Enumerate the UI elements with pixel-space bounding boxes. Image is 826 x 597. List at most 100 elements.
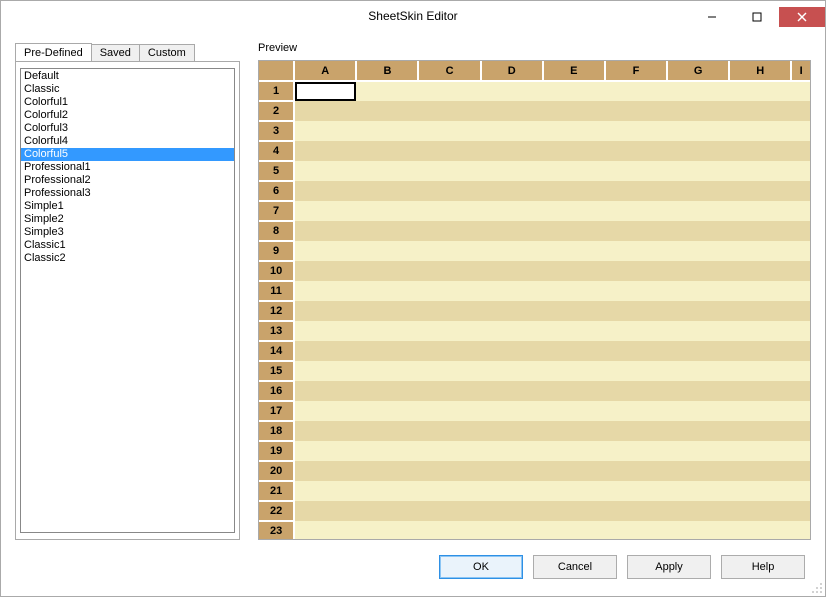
cell[interactable] [605,501,667,521]
cell[interactable] [418,401,480,421]
cell[interactable] [294,321,356,341]
cell[interactable] [294,501,356,521]
cell[interactable] [543,521,605,540]
row-header[interactable]: 4 [259,141,294,161]
cell[interactable] [418,121,480,141]
cell[interactable] [667,481,729,501]
cell[interactable] [418,281,480,301]
cell[interactable] [356,281,418,301]
cell[interactable] [481,361,543,381]
cell[interactable] [481,161,543,181]
cell[interactable] [791,201,810,221]
cell[interactable] [356,401,418,421]
cell[interactable] [729,261,791,281]
cell[interactable] [481,301,543,321]
column-header[interactable]: A [294,61,356,81]
row-header[interactable]: 21 [259,481,294,501]
cell[interactable] [481,381,543,401]
cell[interactable] [481,201,543,221]
cell[interactable] [294,81,356,101]
cell[interactable] [605,241,667,261]
cell[interactable] [667,441,729,461]
cell[interactable] [667,221,729,241]
minimize-button[interactable] [689,7,734,27]
cell[interactable] [481,341,543,361]
cell[interactable] [356,521,418,540]
row-header[interactable]: 8 [259,221,294,241]
cell[interactable] [543,221,605,241]
cell[interactable] [481,121,543,141]
cell[interactable] [791,221,810,241]
cell[interactable] [605,361,667,381]
cell[interactable] [729,81,791,101]
cell[interactable] [729,321,791,341]
cell[interactable] [543,121,605,141]
cell[interactable] [791,101,810,121]
sheet-preview[interactable]: ABCDEFGHI1234567891011121314151617181920… [258,60,811,540]
column-header[interactable]: C [418,61,480,81]
cell[interactable] [543,501,605,521]
cell[interactable] [791,81,810,101]
cell[interactable] [605,201,667,221]
cell[interactable] [294,101,356,121]
list-item[interactable]: Simple1 [21,200,234,213]
cell[interactable] [791,301,810,321]
row-header[interactable]: 18 [259,421,294,441]
column-header[interactable]: G [667,61,729,81]
cell[interactable] [667,461,729,481]
cell[interactable] [356,361,418,381]
cell[interactable] [294,401,356,421]
cell[interactable] [418,461,480,481]
cell[interactable] [481,421,543,441]
cell[interactable] [791,461,810,481]
cell[interactable] [543,81,605,101]
cell[interactable] [791,441,810,461]
cell[interactable] [418,381,480,401]
list-item[interactable]: Colorful3 [21,122,234,135]
row-header[interactable]: 20 [259,461,294,481]
list-item[interactable]: Professional1 [21,161,234,174]
cell[interactable] [543,361,605,381]
cell[interactable] [356,101,418,121]
cell[interactable] [294,241,356,261]
cell[interactable] [605,481,667,501]
cell[interactable] [791,181,810,201]
cell[interactable] [543,241,605,261]
list-item[interactable]: Colorful1 [21,96,234,109]
cell[interactable] [729,181,791,201]
cell[interactable] [356,261,418,281]
cell[interactable] [481,101,543,121]
cell[interactable] [418,161,480,181]
cell[interactable] [543,441,605,461]
cell[interactable] [543,261,605,281]
cell[interactable] [418,201,480,221]
column-header[interactable]: E [543,61,605,81]
cell[interactable] [667,161,729,181]
cell[interactable] [667,261,729,281]
cell[interactable] [729,101,791,121]
cell[interactable] [481,141,543,161]
cell[interactable] [791,281,810,301]
column-header[interactable]: F [605,61,667,81]
cell[interactable] [481,501,543,521]
cell[interactable] [667,401,729,421]
cell[interactable] [356,181,418,201]
list-item[interactable]: Classic [21,83,234,96]
cell[interactable] [481,261,543,281]
cell[interactable] [294,361,356,381]
cell[interactable] [418,321,480,341]
cell[interactable] [356,161,418,181]
cell[interactable] [356,421,418,441]
cell[interactable] [418,361,480,381]
cell[interactable] [729,141,791,161]
tab-pre-defined[interactable]: Pre-Defined [15,43,92,61]
cell[interactable] [729,501,791,521]
cell[interactable] [356,441,418,461]
cell[interactable] [667,521,729,540]
cell[interactable] [605,441,667,461]
cell[interactable] [605,221,667,241]
cell[interactable] [481,441,543,461]
cell[interactable] [729,121,791,141]
cell[interactable] [294,161,356,181]
row-header[interactable]: 19 [259,441,294,461]
